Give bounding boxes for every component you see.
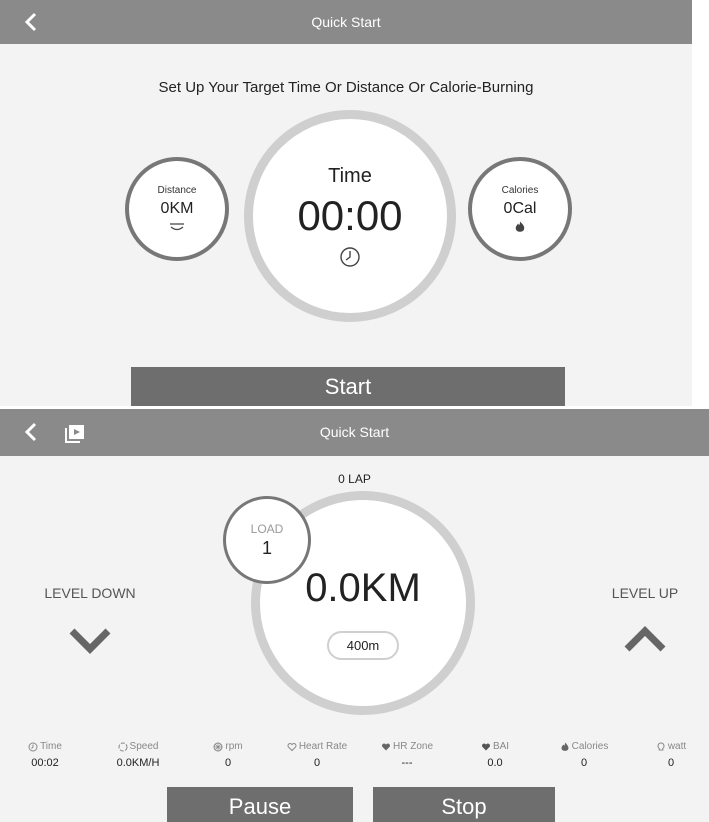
header-bar: Quick Start bbox=[0, 0, 692, 44]
heart-outline-icon bbox=[287, 742, 297, 751]
stats-bar: Time 00:02 Speed 0.0KM/H rpm 0 Heart Rat… bbox=[0, 741, 709, 781]
stat-value: 0 bbox=[313, 757, 321, 769]
distance-value: 0KM bbox=[160, 199, 194, 217]
track-length-badge[interactable]: 400m bbox=[326, 631, 400, 660]
stat-label: HR Zone bbox=[392, 741, 433, 752]
stat-value: --- bbox=[401, 757, 413, 769]
wheel-icon bbox=[213, 742, 223, 751]
stat-hr-zone: HR Zone --- bbox=[357, 741, 457, 769]
stat-value: 0.0 bbox=[487, 757, 503, 769]
level-down-button[interactable]: LEVEL DOWN bbox=[20, 585, 160, 655]
load-value: 1 bbox=[261, 537, 272, 558]
stat-value: 0 bbox=[580, 757, 588, 769]
stop-button[interactable]: Stop bbox=[373, 787, 555, 822]
stat-label: rpm bbox=[225, 741, 243, 752]
stat-label: Time bbox=[40, 741, 62, 752]
calories-target-dial[interactable]: Calories 0Cal bbox=[468, 157, 572, 261]
time-label: Time bbox=[328, 164, 372, 187]
stat-time: Time 00:02 bbox=[0, 741, 95, 769]
stat-value: 00:02 bbox=[31, 757, 59, 769]
distance-target-dial[interactable]: Distance 0KM bbox=[125, 157, 229, 261]
page-title: Quick Start bbox=[311, 14, 381, 30]
stat-speed: Speed 0.0KM/H bbox=[88, 741, 188, 769]
pause-button[interactable]: Pause bbox=[167, 787, 353, 822]
chevron-up-icon bbox=[624, 626, 666, 652]
start-button[interactable]: Start bbox=[131, 367, 565, 406]
lap-counter: 0 LAP bbox=[338, 472, 371, 486]
clock-icon bbox=[340, 246, 360, 267]
speed-icon bbox=[118, 742, 128, 751]
stat-calories: Calories 0 bbox=[534, 741, 634, 769]
stat-heart-rate: Heart Rate 0 bbox=[267, 741, 367, 769]
distance-label: Distance bbox=[157, 184, 197, 196]
stat-label: Speed bbox=[129, 741, 159, 752]
clock-icon bbox=[28, 742, 38, 751]
level-up-button[interactable]: LEVEL UP bbox=[575, 585, 709, 655]
level-up-label: LEVEL UP bbox=[611, 585, 679, 601]
stat-label: Calories bbox=[571, 741, 609, 752]
road-icon bbox=[170, 222, 184, 230]
load-dial: LOAD 1 bbox=[223, 496, 311, 584]
stat-label: BAI bbox=[492, 741, 510, 752]
setup-instructions: Set Up Your Target Time Or Distance Or C… bbox=[158, 79, 534, 96]
chevron-down-icon bbox=[69, 628, 111, 654]
flame-icon bbox=[561, 742, 569, 751]
quick-start-workout-screen: Quick Start 0 LAP 0.0KM 400m LOAD 1 LEVE… bbox=[0, 409, 709, 822]
stat-value: 0.0KM/H bbox=[116, 757, 160, 769]
header-bar: Quick Start bbox=[0, 409, 709, 456]
stat-label: Heart Rate bbox=[298, 741, 348, 752]
calories-value: 0Cal bbox=[503, 199, 537, 217]
heart-zone-icon bbox=[381, 743, 390, 750]
quick-start-setup-screen: Quick Start Set Up Your Target Time Or D… bbox=[0, 0, 692, 406]
calories-label: Calories bbox=[501, 184, 539, 196]
stat-rpm: rpm 0 bbox=[178, 741, 278, 769]
stat-value: 0 bbox=[224, 757, 232, 769]
stat-bai: BAI 0.0 bbox=[445, 741, 545, 769]
stat-label: watt bbox=[667, 741, 687, 752]
stat-watt: watt 0 bbox=[621, 741, 709, 769]
page-title: Quick Start bbox=[319, 424, 390, 440]
distance-value: 0.0KM bbox=[305, 566, 421, 610]
load-label: LOAD bbox=[250, 521, 284, 536]
time-target-dial[interactable]: Time 00:00 bbox=[244, 110, 456, 322]
heart-filled-icon bbox=[481, 743, 490, 750]
flame-icon bbox=[515, 221, 525, 232]
time-value: 00:00 bbox=[297, 191, 403, 239]
level-down-label: LEVEL DOWN bbox=[44, 585, 136, 601]
stat-value: 0 bbox=[667, 757, 675, 769]
bulb-icon bbox=[657, 741, 665, 750]
